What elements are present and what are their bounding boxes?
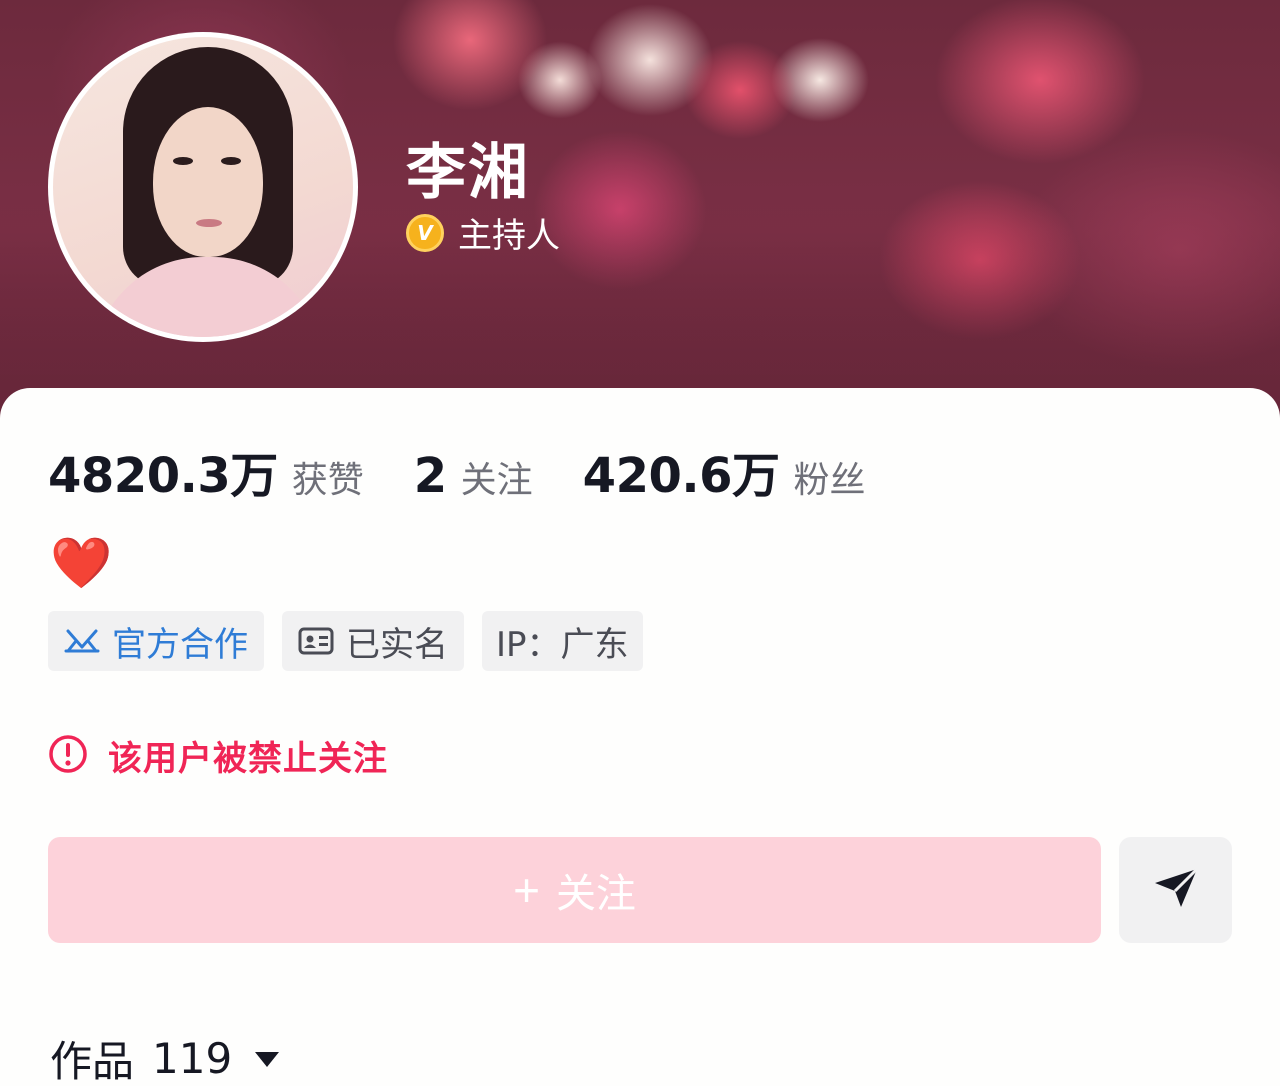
follow-button[interactable]: + 关注 <box>48 837 1101 943</box>
send-message-button[interactable] <box>1119 837 1232 943</box>
works-label: 作品 <box>50 1037 135 1086</box>
role-label: 主持人 <box>458 216 560 256</box>
profile-page: 李湘 V 主持人 4820.3万 获赞 2 关注 420.6万 粉丝 ❤️ 官方… <box>0 0 1280 1086</box>
follow-banned-text: 该用户被禁止关注 <box>108 739 388 779</box>
real-name-tag[interactable]: 已实名 <box>282 611 464 671</box>
caret-down-icon[interactable] <box>254 1050 280 1068</box>
official-cooperation-tag[interactable]: 官方合作 <box>48 611 264 671</box>
likes-count: 4820.3万 <box>48 448 278 504</box>
following-count: 2 <box>413 448 447 504</box>
works-tab[interactable]: 作品 119 <box>50 1028 280 1086</box>
official-cooperation-label: 官方合作 <box>112 624 248 665</box>
profile-role: V 主持人 <box>406 208 560 257</box>
stats-row: 4820.3万 获赞 2 关注 420.6万 粉丝 <box>48 436 916 506</box>
avatar-photo <box>53 37 353 337</box>
id-card-icon <box>298 626 334 656</box>
followers-label: 粉丝 <box>793 460 866 501</box>
follow-banned-notice: 该用户被禁止关注 <box>48 731 388 780</box>
profile-card: 4820.3万 获赞 2 关注 420.6万 粉丝 ❤️ 官方合作 已实名 IP… <box>0 388 1280 1086</box>
profile-name: 李湘 <box>406 138 530 208</box>
works-count: 119 <box>152 1034 233 1083</box>
followers-count: 420.6万 <box>582 448 780 504</box>
stat-following[interactable]: 2 关注 <box>414 448 533 504</box>
profile-tags: 官方合作 已实名 IP：广东 <box>48 611 661 671</box>
plus-icon: + <box>513 864 540 916</box>
real-name-label: 已实名 <box>346 624 448 665</box>
likes-label: 获赞 <box>291 460 364 501</box>
verified-v-badge-icon: V <box>406 213 444 252</box>
exclamation-circle-icon <box>48 734 88 778</box>
avatar[interactable] <box>48 32 358 342</box>
send-arrow-icon <box>1153 867 1199 913</box>
ip-location-tag: IP：广东 <box>482 611 643 671</box>
follow-button-label: 关注 <box>555 872 636 916</box>
stat-likes[interactable]: 4820.3万 获赞 <box>48 436 364 506</box>
stat-followers[interactable]: 420.6万 粉丝 <box>583 436 866 506</box>
following-label: 关注 <box>460 460 533 501</box>
official-cooperation-icon <box>64 625 100 657</box>
bio-heart-icon: ❤️ <box>50 534 113 592</box>
